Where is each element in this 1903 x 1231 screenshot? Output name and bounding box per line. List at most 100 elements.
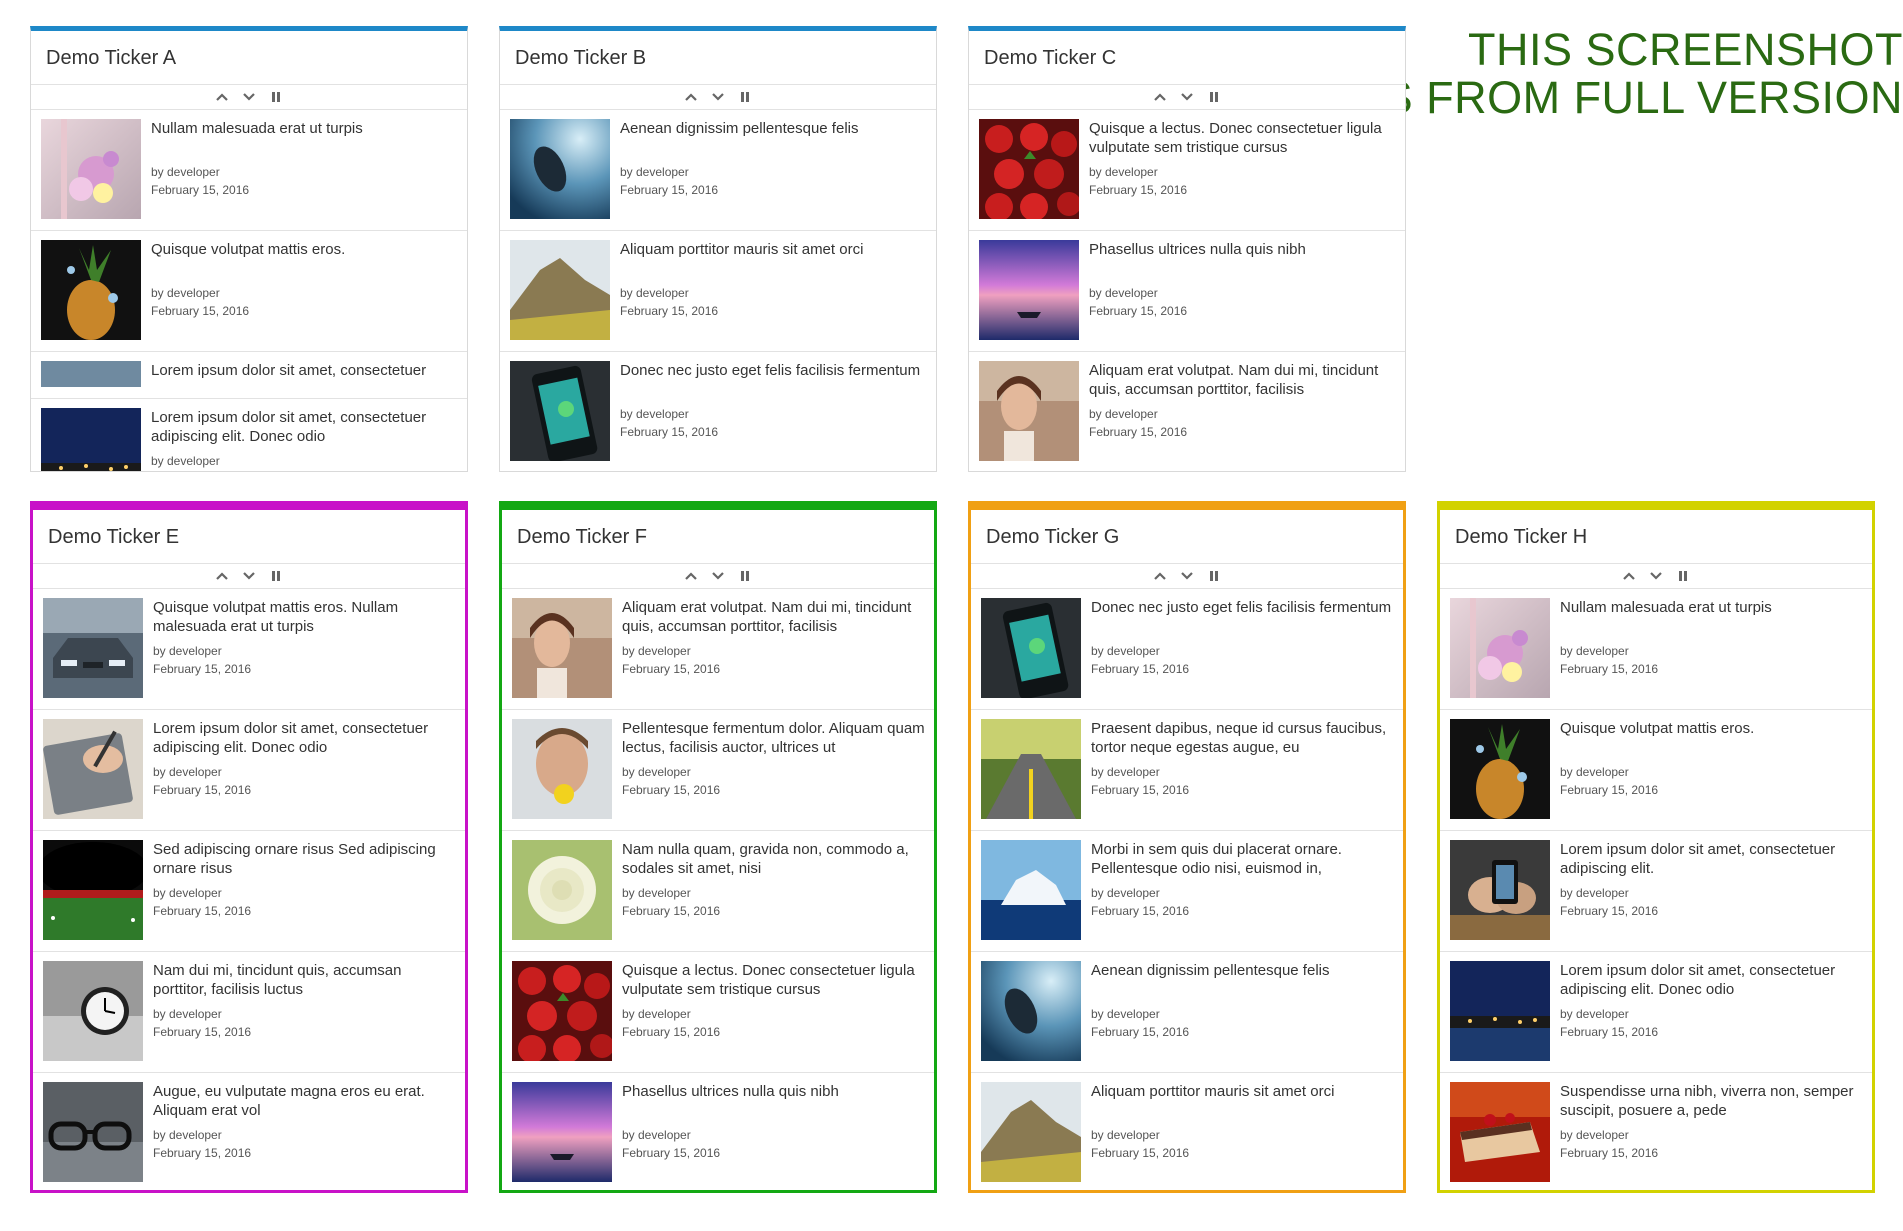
item-title-link[interactable]: Augue, eu vulputate magna eros eu erat. … <box>153 1082 457 1122</box>
item-title-link[interactable]: Morbi in sem quis dui placerat ornare. P… <box>1091 840 1395 880</box>
item-title-link[interactable]: Lorem ipsum dolor sit amet, consectetuer… <box>1560 961 1864 1001</box>
list-item[interactable]: Quisque volutpat mattis eros. by develope… <box>31 231 467 352</box>
list-item[interactable]: Lorem ipsum dolor sit amet, consectetuer <box>31 352 467 399</box>
chevron-up-icon[interactable] <box>682 569 700 583</box>
chevron-down-icon[interactable] <box>1178 569 1196 583</box>
list-item[interactable]: Lorem ipsum dolor sit amet, consectetuer… <box>1440 952 1872 1073</box>
item-title-link[interactable]: Phasellus ultrices nulla quis nibh <box>622 1082 926 1122</box>
pause-icon[interactable] <box>736 569 754 583</box>
item-title-link[interactable]: Praesent dapibus, neque id cursus faucib… <box>1091 719 1395 759</box>
item-title-link[interactable]: Nam dui mi, tincidunt quis, accumsan por… <box>153 961 457 1001</box>
iceberg-image[interactable] <box>981 840 1081 940</box>
chevron-up-icon[interactable] <box>1620 569 1638 583</box>
phone-whatsapp-image[interactable] <box>510 361 610 463</box>
phone-whatsapp-image[interactable] <box>981 598 1081 700</box>
alarm-clock-image[interactable] <box>43 961 143 1061</box>
item-title-link[interactable]: Nam nulla quam, gravida non, commodo a, … <box>622 840 926 880</box>
chevron-up-icon[interactable] <box>682 90 700 104</box>
pineapple-splash-image[interactable] <box>1450 719 1550 819</box>
pause-icon[interactable] <box>267 90 285 104</box>
stadium-image[interactable] <box>38 840 148 940</box>
list-item[interactable]: Phasellus ultrices nulla quis nibh by dev… <box>502 1073 934 1190</box>
item-title-link[interactable]: Aliquam porttitor mauris sit amet orci <box>620 240 928 280</box>
list-item[interactable]: Sed adipiscing ornare risus Sed adipisci… <box>33 831 465 952</box>
list-item[interactable]: Morbi in sem quis dui placerat ornare. P… <box>971 831 1403 952</box>
chevron-up-icon[interactable] <box>1151 569 1169 583</box>
list-item[interactable]: Quisque a lectus. Donec consectetuer lig… <box>969 110 1405 231</box>
list-item[interactable]: Donec nec justo eget felis facilisis fer… <box>971 589 1403 710</box>
list-item[interactable]: Nullam malesuada erat ut turpis by develo… <box>31 110 467 231</box>
item-title-link[interactable]: Nullam malesuada erat ut turpis <box>151 119 459 159</box>
item-title-link[interactable]: Suspendisse urna nibh, viverra non, semp… <box>1560 1082 1864 1122</box>
white-rose-image[interactable] <box>512 840 612 940</box>
chevron-down-icon[interactable] <box>1178 90 1196 104</box>
item-title-link[interactable]: Nullam malesuada erat ut turpis <box>1560 598 1864 638</box>
item-title-link[interactable]: Sed adipiscing ornare risus Sed adipisci… <box>153 840 457 880</box>
item-title-link[interactable]: Aenean dignissim pellentesque felis <box>620 119 928 159</box>
item-title-link[interactable]: Donec nec justo eget felis facilisis fer… <box>620 361 928 401</box>
item-title-link[interactable]: Donec nec justo eget felis facilisis fer… <box>1091 598 1395 638</box>
chevron-down-icon[interactable] <box>1647 569 1665 583</box>
chevron-down-icon[interactable] <box>240 90 258 104</box>
list-item[interactable]: Nam nulla quam, gravida non, commodo a, … <box>502 831 934 952</box>
list-item[interactable]: Praesent dapibus, neque id cursus faucib… <box>971 710 1403 831</box>
chevron-up-icon[interactable] <box>213 90 231 104</box>
phone-hands-image[interactable] <box>1450 840 1550 940</box>
purple-sunset-boat-image[interactable] <box>979 240 1079 340</box>
chevron-down-icon[interactable] <box>709 569 727 583</box>
eyeglasses-image[interactable] <box>43 1082 143 1182</box>
item-title-link[interactable]: Quisque a lectus. Donec consectetuer lig… <box>622 961 926 1001</box>
boat-strip-image[interactable] <box>41 361 141 387</box>
tablet-stylus-image[interactable] <box>43 719 143 819</box>
list-item[interactable]: Aliquam erat volutpat. Nam dui mi, tinci… <box>502 589 934 710</box>
item-title-link[interactable]: Lorem ipsum dolor sit amet, consectetuer… <box>153 719 457 759</box>
underwater-diver-image[interactable] <box>510 119 610 219</box>
list-item[interactable]: Lorem ipsum dolor sit amet, consectetuer… <box>1440 831 1872 952</box>
man-lemon-image[interactable] <box>512 719 612 819</box>
chevron-up-icon[interactable] <box>213 569 231 583</box>
pause-icon[interactable] <box>1205 90 1223 104</box>
list-item[interactable]: Pellentesque fermentum dolor. Aliquam qu… <box>502 710 934 831</box>
flowers-jar-image[interactable] <box>1450 598 1550 698</box>
list-item[interactable]: Quisque volutpat mattis eros. by develope… <box>1440 710 1872 831</box>
item-title-link[interactable]: Phasellus ultrices nulla quis nibh <box>1089 240 1397 280</box>
strawberries-image[interactable] <box>979 119 1081 221</box>
list-item[interactable]: Aliquam porttitor mauris sit amet orci by… <box>500 231 936 352</box>
forest-road-image[interactable] <box>981 719 1081 819</box>
pineapple-splash-image[interactable] <box>41 240 141 340</box>
list-item[interactable]: Nam dui mi, tincidunt quis, accumsan por… <box>33 952 465 1073</box>
list-item[interactable]: Aliquam erat volutpat. Nam dui mi, tinci… <box>969 352 1405 471</box>
list-item[interactable]: Phasellus ultrices nulla quis nibh by dev… <box>969 231 1405 352</box>
mountain-field-image[interactable] <box>981 1082 1081 1182</box>
strawberries-image[interactable] <box>512 961 614 1063</box>
chevron-down-icon[interactable] <box>709 90 727 104</box>
item-title-link[interactable]: Quisque volutpat mattis eros. Nullam mal… <box>153 598 457 638</box>
underwater-diver-image[interactable] <box>981 961 1081 1061</box>
chevron-up-icon[interactable] <box>1151 90 1169 104</box>
chevron-down-icon[interactable] <box>240 569 258 583</box>
list-item[interactable]: Nullam malesuada erat ut turpis by develo… <box>1440 589 1872 710</box>
list-item[interactable]: Aliquam porttitor mauris sit amet orci by… <box>971 1073 1403 1190</box>
pause-icon[interactable] <box>1674 569 1692 583</box>
list-item[interactable]: Suspendisse urna nibh, viverra non, semp… <box>1440 1073 1872 1190</box>
list-item[interactable]: Augue, eu vulputate magna eros eu erat. … <box>33 1073 465 1190</box>
item-title-link[interactable]: Pellentesque fermentum dolor. Aliquam qu… <box>622 719 926 759</box>
item-title-link[interactable]: Aliquam porttitor mauris sit amet orci <box>1091 1082 1395 1122</box>
list-item[interactable]: Quisque volutpat mattis eros. Nullam mal… <box>33 589 465 710</box>
item-title-link[interactable]: Quisque volutpat mattis eros. <box>1560 719 1864 759</box>
item-title-link[interactable]: Lorem ipsum dolor sit amet, consectetuer… <box>1560 840 1864 880</box>
pause-icon[interactable] <box>736 90 754 104</box>
flowers-jar-image[interactable] <box>41 119 141 219</box>
list-item[interactable]: Aenean dignissim pellentesque felis by de… <box>500 110 936 231</box>
list-item[interactable]: Aenean dignissim pellentesque felis by de… <box>971 952 1403 1073</box>
list-item[interactable]: Lorem ipsum dolor sit amet, consectetuer… <box>33 710 465 831</box>
car-front-image[interactable] <box>43 598 143 698</box>
purple-sunset-boat-image[interactable] <box>512 1082 612 1182</box>
item-title-link[interactable]: Aliquam erat volutpat. Nam dui mi, tinci… <box>622 598 926 638</box>
night-harbor-image[interactable] <box>1450 961 1550 1061</box>
list-item[interactable]: Lorem ipsum dolor sit amet, consectetuer… <box>31 399 467 471</box>
list-item[interactable]: Quisque a lectus. Donec consectetuer lig… <box>502 952 934 1073</box>
woman-portrait-image[interactable] <box>979 361 1079 461</box>
item-title-link[interactable]: Aliquam erat volutpat. Nam dui mi, tinci… <box>1089 361 1397 401</box>
woman-portrait-image[interactable] <box>512 598 612 698</box>
